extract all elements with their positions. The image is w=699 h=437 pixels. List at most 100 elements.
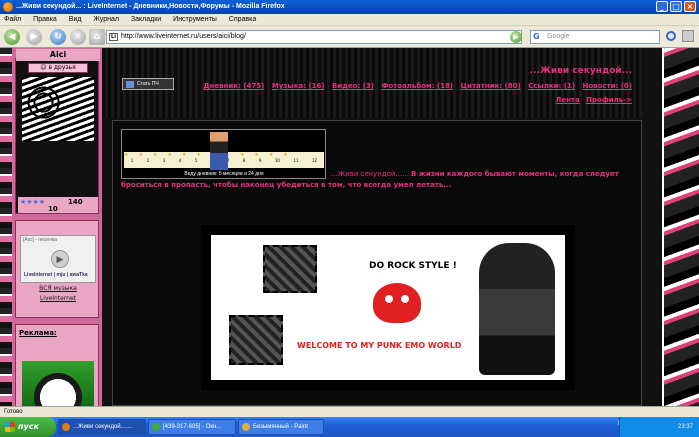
url-text: http://www.liveinternet.ru/users/aici/bl… <box>121 33 246 40</box>
post-text-prefix: ...Живи секундой....... <box>331 170 412 178</box>
music-brand-label: LiveInternet | mju | awaTka <box>24 272 88 278</box>
nav-link-video[interactable]: Видео: (3) <box>332 82 374 90</box>
post-count: 10 <box>48 205 58 213</box>
ad-image[interactable] <box>22 361 94 406</box>
menu-file[interactable]: Файл <box>4 16 21 23</box>
firefox-icon <box>3 2 13 12</box>
blog-header: Стать ПЧ ...Живи секундой... Дневник: (4… <box>102 48 642 118</box>
user-icon <box>126 81 134 88</box>
blog-post: 1 2 3 4 5 6 7 8 9 10 11 12 ★★★★★★★★★★★★ … <box>112 120 642 406</box>
windows-logo-icon <box>5 422 15 432</box>
start-button[interactable]: пуск <box>0 417 56 437</box>
window-titlebar: ...Живи секундой... : LiveInternet - Дне… <box>0 0 699 14</box>
nav-link-photoalbum[interactable]: Фотоальбом: (18) <box>381 82 453 90</box>
nav-link-quotes[interactable]: Цитатник: (80) <box>461 82 521 90</box>
ticker-figure-icon <box>210 132 228 170</box>
search-input[interactable]: G Google <box>530 30 660 44</box>
profile-link[interactable]: Профиль-> <box>586 96 632 104</box>
taskbar-item-label: Безымянный - Paint <box>253 424 308 430</box>
menu-view[interactable]: Вид <box>69 16 82 23</box>
ticker-number: 10 <box>274 158 280 163</box>
nav-link-music[interactable]: Музыка: (16) <box>272 82 325 90</box>
profile-block: Aici ☺ в друзья ★★★★ 140 10 <box>15 49 100 214</box>
nav-link-diary[interactable]: Дневник: (475) <box>203 82 264 90</box>
page-viewport: Aici ☺ в друзья ★★★★ 140 10 [Aici] - пес… <box>0 48 699 406</box>
profile-username[interactable]: Aici <box>16 49 100 61</box>
menu-bar: Файл Правка Вид Журнал Закладки Инструме… <box>0 14 699 26</box>
add-friend-button[interactable]: ☺ в друзья <box>28 63 88 73</box>
navigation-toolbar: ◀ ▶ ↻ ✕ ⌂ Li http://www.liveinternet.ru/… <box>0 26 699 48</box>
nav-link-links[interactable]: Ссылки: (1) <box>528 82 575 90</box>
taskbar: пуск ...Живи секундой....... [439-317-60… <box>0 417 699 437</box>
music-track-title: [Aici] - песенка <box>23 237 57 243</box>
nav-link-news[interactable]: Новости: (0) <box>582 82 632 90</box>
rating-row: ★★★★ 140 10 <box>18 197 98 213</box>
banner-canvas: DO ROCK STYLE ! WELCOME TO MY PUNK EMO W… <box>211 235 565 380</box>
blog-title[interactable]: ...Живи секундой... <box>530 66 632 76</box>
ticker-number: 5 <box>194 158 198 163</box>
ads-block: Реклама: <box>15 324 99 406</box>
back-icon[interactable]: ◀ <box>4 29 20 45</box>
banner-title: DO ROCK STYLE ! <box>369 261 457 271</box>
ads-label: Реклама: <box>19 329 57 337</box>
music-player[interactable]: [Aici] - песенка ▶ LiveInternet | mju | … <box>20 235 96 283</box>
ticker-number: 11 <box>293 158 299 163</box>
stop-icon[interactable]: ✕ <box>70 29 86 45</box>
reload-icon[interactable]: ↻ <box>50 29 66 45</box>
url-input[interactable]: Li http://www.liveinternet.ru/users/aici… <box>106 30 522 44</box>
become-reader-label: Стать ПЧ <box>137 81 159 87</box>
taskbar-item-paint[interactable]: Безымянный - Paint <box>238 419 324 435</box>
banner-skull-thumb <box>263 245 317 293</box>
firefox-icon <box>62 423 70 431</box>
toolbar-extra-icon[interactable] <box>682 30 694 42</box>
right-decoration <box>642 48 699 406</box>
ticker-number: 8 <box>242 158 246 163</box>
rating-stars-icon: ★★★★ <box>20 198 46 206</box>
skull-icon <box>373 283 421 323</box>
liveinternet-link[interactable]: LiveInternet <box>16 295 100 302</box>
icq-icon <box>152 423 160 431</box>
post-text-block: ...Живи секундой.......В жизни каждого б… <box>121 169 636 191</box>
blog-sidebar: Aici ☺ в друзья ★★★★ 140 10 [Aici] - пес… <box>12 48 102 406</box>
taskbar-item-icq[interactable]: [439-317-605] - Окн... <box>148 419 236 435</box>
ticker-number: 12 <box>312 158 318 163</box>
banner-photo-thumb <box>229 315 283 365</box>
system-tray: 23:37 <box>619 417 699 437</box>
ticker-number: 1 <box>130 158 134 163</box>
go-icon[interactable]: ▶ <box>510 31 522 43</box>
banner-welcome: WELCOME TO MY PUNK EMO WORLD <box>297 341 462 350</box>
menu-bookmarks[interactable]: Закладки <box>131 16 161 23</box>
close-button[interactable]: × <box>684 1 696 12</box>
search-placeholder: Google <box>547 33 570 40</box>
taskbar-item-label: ...Живи секундой....... <box>73 424 133 430</box>
paint-icon <box>242 423 250 431</box>
add-friend-label: в друзья <box>48 64 76 71</box>
clock: 23:37 <box>677 424 693 430</box>
ticker-number: 3 <box>162 158 166 163</box>
profile-links: Лента Профиль-> <box>552 96 632 104</box>
start-label: пуск <box>18 422 39 431</box>
menu-help[interactable]: Справка <box>229 16 256 23</box>
taskbar-item-firefox[interactable]: ...Живи секундой....... <box>58 419 146 435</box>
friend-icon: ☺ <box>40 64 47 71</box>
home-icon[interactable]: ⌂ <box>89 29 105 45</box>
menu-edit[interactable]: Правка <box>33 16 57 23</box>
forward-icon[interactable]: ▶ <box>26 29 42 45</box>
music-block: [Aici] - песенка ▶ LiveInternet | mju | … <box>15 220 99 318</box>
left-decoration <box>0 48 12 406</box>
all-music-link[interactable]: ВСЯ музыка <box>16 285 100 292</box>
feed-link[interactable]: Лента <box>556 96 580 104</box>
search-icon[interactable] <box>666 31 676 41</box>
ticker-number: 4 <box>178 158 182 163</box>
avatar[interactable] <box>22 77 94 141</box>
google-icon: G <box>533 32 540 41</box>
menu-history[interactable]: Журнал <box>93 16 119 23</box>
become-reader-button[interactable]: Стать ПЧ <box>122 78 174 90</box>
play-icon[interactable]: ▶ <box>51 250 69 268</box>
status-text: Готово <box>4 409 23 415</box>
menu-tools[interactable]: Инструменты <box>173 16 217 23</box>
ticker-number: 2 <box>146 158 150 163</box>
minimize-button[interactable]: _ <box>656 1 668 12</box>
maximize-button[interactable]: □ <box>670 1 682 12</box>
blog-nav-links: Дневник: (475) Музыка: (16) Видео: (3) Ф… <box>198 82 632 90</box>
